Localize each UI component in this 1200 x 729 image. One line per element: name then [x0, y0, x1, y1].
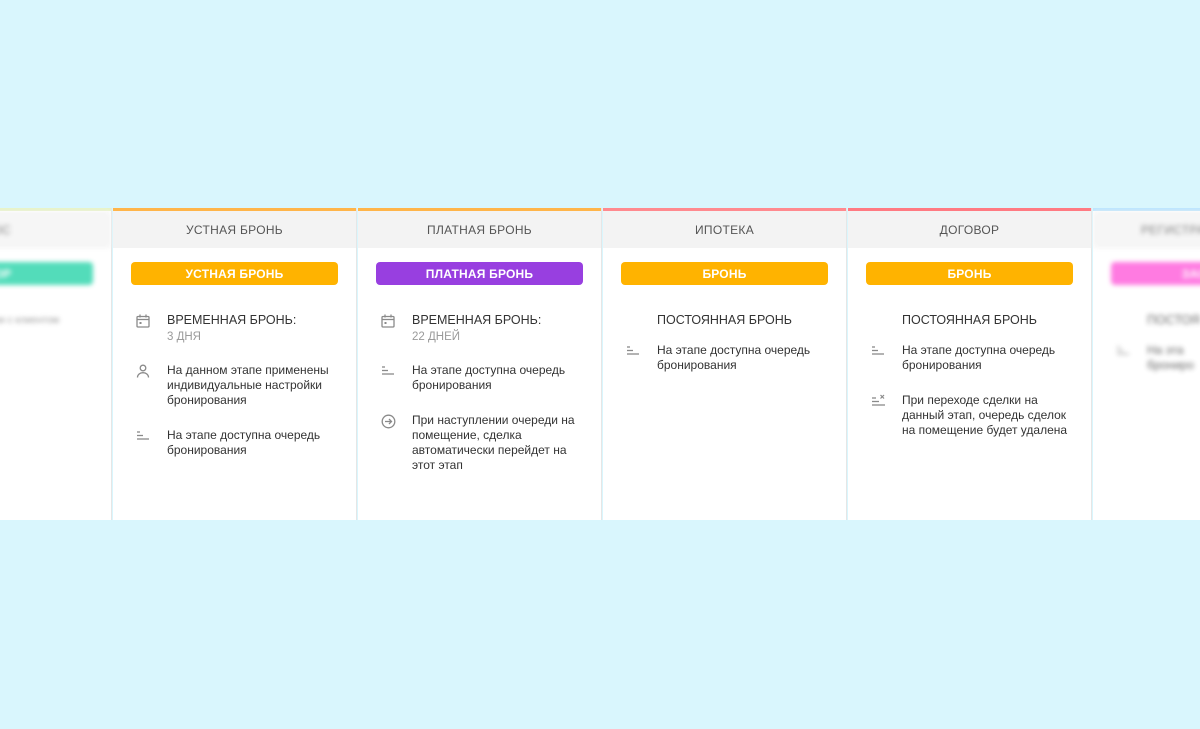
- queue-text: На этапе доступна очередь бронирования: [167, 428, 321, 457]
- column-header: УСТНАЯ БРОНЬ: [113, 211, 356, 248]
- temp-booking-title: ВРЕМЕННАЯ БРОНЬ:: [412, 313, 542, 327]
- queue-text: На этапе доступна очередь бронирования: [657, 343, 811, 372]
- calendar-icon: [380, 313, 396, 329]
- pipeline-board: ГОЛОС ОБЗОР нии с клиентом УСТНАЯ БРОНЬ …: [0, 208, 1200, 520]
- pipeline-column-ustnaya-bron[interactable]: УСТНАЯ БРОНЬ УСТНАЯ БРОНЬ ВРЕМЕННАЯ БРОН…: [113, 208, 357, 520]
- pipeline-column-registratsiya[interactable]: РЕГИСТРА ЗАСТАВКА ПОСТОЯ На эта брониро: [1093, 208, 1200, 520]
- temp-booking-row: ВРЕМЕННАЯ БРОНЬ: 22 ДНЕЙ: [358, 313, 601, 343]
- stage-setting-row: нии с клиентом: [0, 313, 111, 328]
- person-icon: [135, 363, 151, 379]
- pipeline-column-obzor[interactable]: ГОЛОС ОБЗОР нии с клиентом: [0, 208, 112, 520]
- column-header: ДОГОВОР: [848, 211, 1091, 248]
- auto-transition-row: При наступлении очереди на помещение, сд…: [358, 413, 601, 473]
- column-header: РЕГИСТРА: [1093, 211, 1200, 248]
- permanent-booking-title: ПОСТОЯННАЯ БРОНЬ: [657, 313, 792, 327]
- column-title: ГОЛОС: [0, 222, 11, 237]
- pipeline-column-ipoteka[interactable]: ИПОТЕКА БРОНЬ ПОСТОЯННАЯ БРОНЬ На этапе …: [603, 208, 847, 520]
- stage-tag[interactable]: ПЛАТНАЯ БРОНЬ: [376, 262, 583, 285]
- permanent-booking-title: ПОСТОЯ: [1147, 313, 1200, 327]
- individual-settings-text: На данном этапе применены индивидуальные…: [167, 363, 329, 407]
- queue-row: На этапе доступна очередь бронирования: [113, 428, 356, 458]
- stage-tag-label: ОБЗОР: [0, 266, 12, 281]
- setting-text: нии с клиентом: [0, 315, 60, 326]
- calendar-icon: [135, 313, 151, 329]
- queue-icon: [135, 428, 151, 444]
- stage-tag-label: БРОНЬ: [947, 266, 992, 281]
- column-title: ИПОТЕКА: [694, 222, 754, 237]
- stage-tag[interactable]: ЗАСТАВКА: [1111, 262, 1200, 285]
- permanent-booking-title: ПОСТОЯННАЯ БРОНЬ: [902, 313, 1037, 327]
- individual-settings-row: На данном этапе применены индивидуальные…: [113, 363, 356, 408]
- queue-row: На этапе доступна очередь бронирования: [603, 343, 846, 373]
- queue-remove-icon: [870, 393, 886, 409]
- queue-row: На этапе доступна очередь бронирования: [358, 363, 601, 393]
- stage-tag-label: БРОНЬ: [702, 266, 747, 281]
- queue-icon: [625, 343, 641, 359]
- stage-tag-label: ЗАСТАВКА: [1181, 266, 1200, 281]
- column-title: РЕГИСТРА: [1141, 222, 1200, 237]
- queue-text: На этапе доступна очередь бронирования: [412, 363, 566, 392]
- queue-text: На эта брониро: [1147, 343, 1194, 372]
- stage-tag[interactable]: БРОНЬ: [621, 262, 828, 285]
- queue-removal-row: При переходе сделки на данный этап, очер…: [848, 393, 1091, 438]
- temp-booking-duration: 3 ДНЯ: [167, 331, 201, 343]
- arrow-circle-icon: [380, 413, 396, 429]
- stage-tag[interactable]: БРОНЬ: [866, 262, 1073, 285]
- column-title: ПЛАТНАЯ БРОНЬ: [427, 222, 532, 237]
- column-header: ИПОТЕКА: [603, 211, 846, 248]
- stage-tag[interactable]: ОБЗОР: [0, 262, 93, 285]
- column-header: ПЛАТНАЯ БРОНЬ: [358, 211, 601, 248]
- queue-text: На этапе доступна очередь бронирования: [902, 343, 1056, 372]
- stage-tag[interactable]: УСТНАЯ БРОНЬ: [131, 262, 338, 285]
- queue-row: На эта брониро: [1093, 343, 1200, 373]
- queue-icon: [870, 343, 886, 359]
- permanent-booking-row: ПОСТОЯННАЯ БРОНЬ: [603, 313, 846, 329]
- column-title: ДОГОВОР: [939, 222, 1000, 237]
- queue-icon: [380, 363, 396, 379]
- queue-row: На этапе доступна очередь бронирования: [848, 343, 1091, 373]
- column-header: ГОЛОС: [0, 211, 111, 248]
- queue-removal-text: При переходе сделки на данный этап, очер…: [902, 393, 1068, 437]
- column-title: УСТНАЯ БРОНЬ: [186, 222, 283, 237]
- queue-icon: [1115, 343, 1131, 359]
- permanent-booking-row: ПОСТОЯННАЯ БРОНЬ: [848, 313, 1091, 329]
- temp-booking-title: ВРЕМЕННАЯ БРОНЬ:: [167, 313, 297, 327]
- temp-booking-row: ВРЕМЕННАЯ БРОНЬ: 3 ДНЯ: [113, 313, 356, 343]
- temp-booking-duration: 22 ДНЕЙ: [412, 331, 461, 343]
- permanent-booking-row: ПОСТОЯ: [1093, 313, 1200, 329]
- pipeline-column-platnaya-bron[interactable]: ПЛАТНАЯ БРОНЬ ПЛАТНАЯ БРОНЬ ВРЕМЕННАЯ БР…: [358, 208, 602, 520]
- stage-tag-label: ПЛАТНАЯ БРОНЬ: [425, 266, 534, 281]
- pipeline-column-dogovor[interactable]: ДОГОВОР БРОНЬ ПОСТОЯННАЯ БРОНЬ На этапе …: [848, 208, 1092, 520]
- stage-tag-label: УСТНАЯ БРОНЬ: [185, 266, 284, 281]
- auto-transition-text: При наступлении очереди на помещение, сд…: [412, 413, 575, 472]
